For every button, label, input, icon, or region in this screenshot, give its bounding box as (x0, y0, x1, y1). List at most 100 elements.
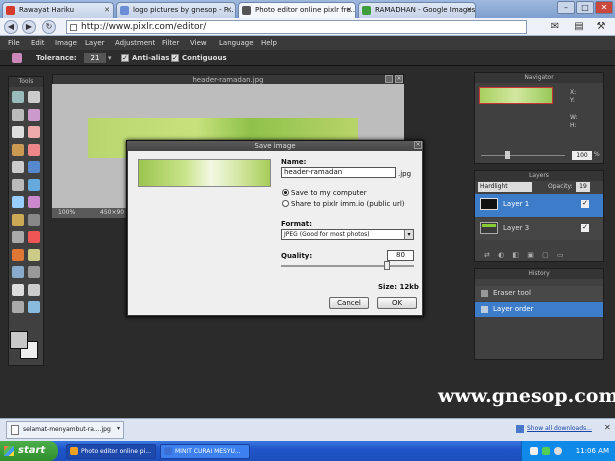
brush-tool-icon[interactable] (12, 143, 24, 156)
layer-actions-toolbar[interactable]: ⇄ ◐ ◧ ▣ ▢ ▭ (484, 251, 567, 259)
quality-slider-handle[interactable] (384, 261, 391, 270)
document-close-button[interactable]: × (395, 75, 403, 83)
quality-slider-track[interactable] (281, 265, 414, 267)
tool-options-bar: Tolerance: 21 ▾ ✓ Anti-alias ✓ Contiguou… (0, 50, 615, 66)
download-menu-chevron-icon[interactable]: ▾ (117, 425, 120, 432)
wand-tool-icon[interactable] (28, 108, 40, 121)
menu-layer[interactable]: Layer (85, 36, 105, 50)
redeye-tool-icon[interactable] (28, 231, 40, 243)
navigator-zoom-slider[interactable] (481, 155, 565, 156)
format-select[interactable]: JPEG (Good for most photos) ▾ (281, 229, 414, 240)
menu-file[interactable]: File (8, 36, 20, 50)
layer-visibility-checkbox[interactable]: ✓ (581, 224, 589, 232)
back-button[interactable]: ◀ (4, 20, 18, 34)
foreground-color-swatch[interactable] (10, 331, 28, 349)
navigator-x-label: X: (570, 89, 577, 96)
tray-icon[interactable] (530, 447, 538, 455)
spot-heal-tool-icon[interactable] (12, 248, 24, 261)
navigator-zoom-knob[interactable] (505, 151, 510, 159)
tab-close-icon[interactable]: ✕ (346, 3, 352, 17)
dodge-tool-icon[interactable] (28, 213, 40, 226)
history-item[interactable]: Eraser tool (475, 286, 603, 301)
cancel-button[interactable]: Cancel (329, 297, 369, 309)
gradient-tool-icon[interactable] (28, 161, 40, 173)
taskbar-item-chrome[interactable]: Photo editor online pi... (66, 444, 156, 459)
document-maximize-button[interactable] (385, 75, 393, 83)
layer-visibility-checkbox[interactable]: ✓ (581, 200, 589, 208)
download-bar-close-icon[interactable]: ✕ (604, 423, 611, 432)
layer-thumbnail-content (482, 224, 496, 227)
tab-logo-pictures[interactable]: logo pictures by gnesop - P... ✕ (116, 2, 236, 18)
pencil-tool-icon[interactable] (28, 126, 40, 138)
contiguous-checkbox[interactable]: ✓ (171, 54, 179, 62)
blur-tool-icon[interactable] (28, 178, 40, 191)
minimize-button[interactable]: – (557, 1, 575, 14)
eraser-tool-icon[interactable] (28, 143, 40, 156)
tab-pixlr-editor[interactable]: Photo editor online pixlr fre... ✕ (238, 2, 356, 18)
lasso-tool-icon[interactable] (12, 108, 24, 121)
network-icon[interactable] (542, 447, 550, 455)
address-bar-input[interactable]: http://www.pixlr.com/editor/ (66, 20, 527, 34)
page-menu-icon[interactable]: ▤ (570, 20, 588, 34)
burn-tool-icon[interactable] (12, 231, 24, 243)
history-item-label: Layer order (493, 305, 534, 313)
menu-filter[interactable]: Filter (162, 36, 179, 50)
tab-close-icon[interactable]: ✕ (466, 3, 472, 17)
menu-image[interactable]: Image (55, 36, 77, 50)
show-all-downloads-link[interactable]: Show all downloads... (527, 425, 592, 432)
maximize-button[interactable]: □ (576, 1, 594, 14)
start-button[interactable]: start (0, 441, 58, 461)
chevron-down-icon[interactable]: ▾ (404, 230, 413, 239)
download-item[interactable]: selamat-menyambut-ra....jpg (6, 421, 124, 439)
quality-input[interactable]: 80 (387, 250, 414, 261)
antialias-checkbox[interactable]: ✓ (121, 54, 129, 62)
tab-label: Rawayat Hariku (19, 6, 75, 14)
save-to-computer-radio[interactable] (282, 189, 289, 196)
navigator-thumbnail[interactable] (479, 87, 553, 104)
navigator-zoom-input[interactable]: 100 (572, 151, 592, 160)
marquee-tool-icon[interactable] (12, 91, 24, 103)
tab-rawayat-hariku[interactable]: Rawayat Hariku ✕ (2, 2, 114, 18)
menu-adjustment[interactable]: Adjustment (115, 36, 155, 50)
bucket-tool-icon[interactable] (12, 161, 24, 173)
taskbar-item-document[interactable]: MINIT CURAI MESYU... (160, 444, 250, 459)
history-item-selected[interactable]: Layer order (475, 302, 603, 317)
menu-edit[interactable]: Edit (31, 36, 45, 50)
type-tool-icon[interactable] (12, 283, 24, 296)
forward-button[interactable]: ▶ (22, 20, 36, 34)
bloat-tool-icon[interactable] (28, 248, 40, 261)
colorpick-tool-icon[interactable] (28, 266, 40, 278)
tab-close-icon[interactable]: ✕ (104, 3, 110, 17)
tolerance-input[interactable]: 21 (84, 53, 106, 63)
reload-button[interactable]: ↻ (42, 20, 56, 34)
tab-close-icon[interactable]: ✕ (226, 3, 232, 17)
opacity-input[interactable]: 19 (576, 182, 590, 192)
dialog-close-button[interactable]: × (414, 141, 422, 149)
crop-tool-icon[interactable] (12, 126, 24, 138)
ok-button[interactable]: OK (377, 297, 417, 309)
smudge-tool-icon[interactable] (28, 196, 40, 208)
menu-help[interactable]: Help (261, 36, 277, 50)
share-imm-radio[interactable] (282, 200, 289, 207)
clone-tool-icon[interactable] (12, 178, 24, 191)
sharpen-tool-icon[interactable] (12, 196, 24, 208)
move-tool-icon[interactable] (28, 91, 40, 103)
gmail-icon[interactable]: ✉ (546, 20, 564, 34)
filename-input[interactable]: header-ramadan (281, 167, 396, 178)
hand-tool-icon[interactable] (28, 283, 40, 296)
blend-mode-select[interactable]: Hardlight (478, 182, 532, 192)
wrench-icon[interactable]: ⚒ (592, 20, 610, 34)
layer-row-2[interactable]: Layer 3 ✓ (475, 218, 603, 240)
save-preview-thumbnail (138, 159, 271, 187)
sponge-tool-icon[interactable] (12, 213, 24, 226)
menu-language[interactable]: Language (219, 36, 254, 50)
shape-tool-icon[interactable] (28, 301, 40, 313)
volume-icon[interactable] (554, 447, 562, 455)
menu-view[interactable]: View (190, 36, 207, 50)
pinch-tool-icon[interactable] (12, 266, 24, 278)
layer-row-1[interactable]: Layer 1 ✓ (475, 194, 603, 217)
close-window-button[interactable]: ✕ (595, 1, 613, 14)
tab-ramadhan-google-images[interactable]: RAMADHAN - Google Images ✕ (358, 2, 476, 18)
zoom-tool-icon[interactable] (12, 301, 24, 313)
tolerance-dropdown-icon[interactable]: ▾ (108, 53, 112, 63)
